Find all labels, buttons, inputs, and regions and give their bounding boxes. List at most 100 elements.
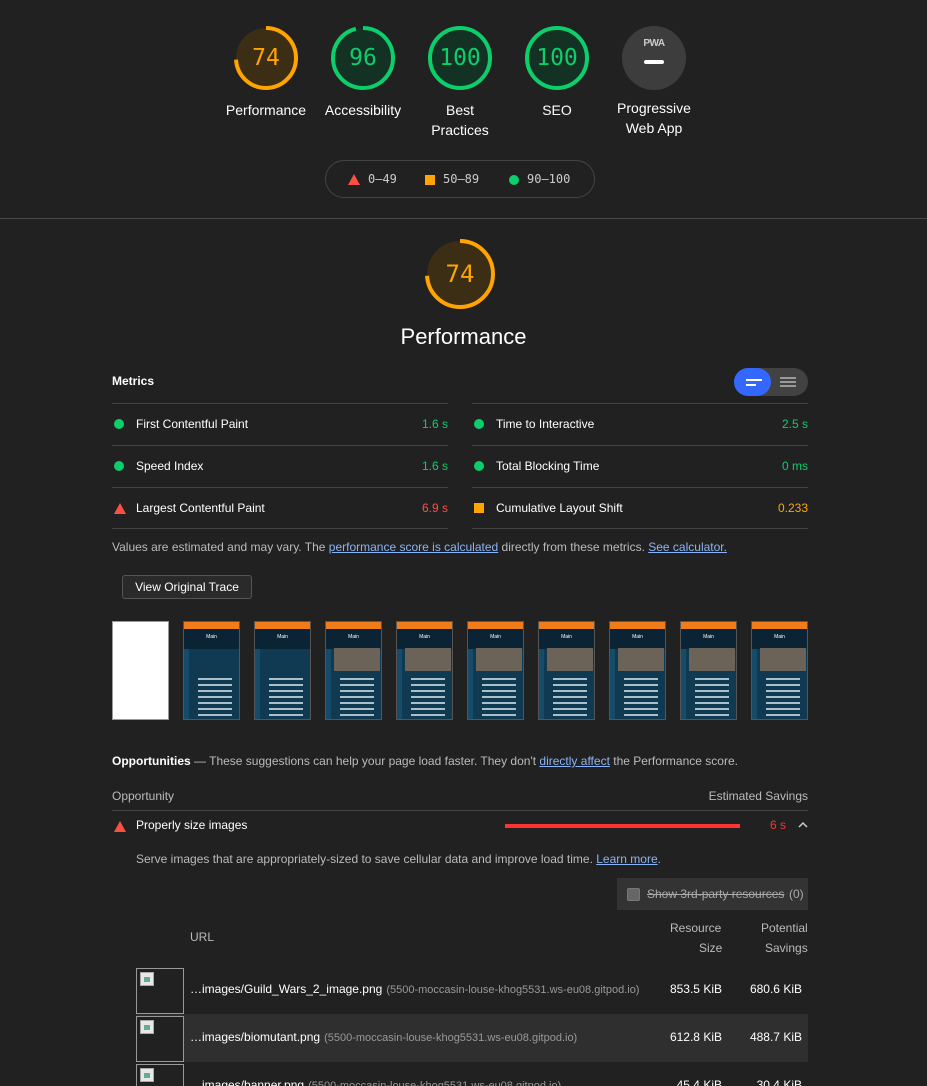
frame-text-line	[553, 708, 587, 710]
url-path[interactable]: …images/biomutant.png	[190, 1030, 320, 1044]
frame-text-line	[198, 702, 232, 704]
legend-fail-range: 0–49	[368, 172, 397, 186]
frame-topbar	[326, 622, 381, 629]
potential-savings: 680.6 KiB	[749, 982, 802, 996]
lines-icon-part	[746, 384, 756, 386]
legend-fail: 0–49	[348, 172, 397, 186]
frame-text-line	[695, 684, 729, 686]
frame-text-line	[766, 708, 800, 710]
frame-text-line	[269, 702, 303, 704]
frame-sidebar	[184, 649, 189, 719]
opportunity-label: Properly size images	[136, 818, 248, 832]
pwa-badge-icon: PWA	[622, 26, 686, 90]
metric-value: 1.6 s	[421, 459, 448, 473]
frame-text-line	[340, 690, 374, 692]
frame-text-line	[553, 678, 587, 680]
col-resource-size-2: Size	[699, 941, 723, 955]
frame-title: Main	[490, 634, 501, 640]
filmstrip-frame-blank	[112, 621, 169, 720]
table-row: …images/Guild_Wars_2_image.png (5500-mocc…	[136, 966, 808, 1014]
gauge-score: 100	[536, 45, 578, 71]
frame-title: Main	[774, 634, 785, 640]
url-path[interactable]: …images/banner.png	[190, 1078, 304, 1086]
metric-row: Total Blocking Time 0 ms	[472, 445, 808, 487]
metric-label: First Contentful Paint	[136, 417, 249, 431]
metric-row: First Contentful Paint 1.6 s	[112, 403, 448, 445]
opportunity-properly-size-images[interactable]: Properly size images 6 s	[112, 812, 808, 840]
frame-text-line	[269, 714, 303, 716]
frame-title: Main	[419, 634, 430, 640]
gauge-pwa[interactable]: PWA Progressive Web App	[604, 24, 704, 138]
metric-value: 1.6 s	[421, 417, 448, 431]
frame-text-line	[269, 708, 303, 710]
url-host: (5500-moccasin-louse-khog5531.ws-eu08.gi…	[308, 1080, 562, 1086]
opportunities-header: Opportunity Estimated Savings	[112, 789, 808, 811]
frame-text-line	[269, 678, 303, 680]
potential-savings: 488.7 KiB	[749, 1030, 802, 1044]
gauge-label: Best Practices	[431, 102, 489, 138]
broken-image-icon	[140, 972, 154, 986]
frame-text-line	[198, 696, 232, 698]
frame-topbar	[468, 622, 523, 629]
intro-text: — These suggestions can help your page l…	[190, 754, 540, 768]
frame-text-line	[553, 696, 587, 698]
frame-text-line	[766, 702, 800, 704]
chevron-up-icon[interactable]	[798, 821, 808, 829]
frame-text-line	[553, 690, 587, 692]
gauge-seo[interactable]: 100 SEO	[507, 24, 607, 120]
metrics-view-toggle[interactable]	[734, 368, 808, 396]
frame-text-line	[482, 690, 516, 692]
frame-text-line	[482, 684, 516, 686]
frame-title: Main	[561, 634, 572, 640]
filmstrip-frame: Main	[538, 621, 595, 720]
frame-text-line	[766, 714, 800, 716]
legend-average: 50–89	[425, 172, 479, 186]
frame-image	[476, 648, 522, 671]
resource-url[interactable]: …images/banner.png (5500-moccasin-louse-k…	[190, 1078, 561, 1086]
see-calculator-link[interactable]: See calculator.	[648, 540, 727, 554]
frame-text-line	[695, 702, 729, 704]
metric-row: Cumulative Layout Shift 0.233	[472, 487, 808, 529]
frame-text-line	[482, 714, 516, 716]
view-original-trace-button[interactable]: View Original Trace	[122, 575, 252, 599]
col-opportunity: Opportunity	[112, 789, 175, 803]
gauge-best-practices[interactable]: 100 Best Practices	[410, 24, 510, 140]
frame-text-line	[766, 696, 800, 698]
score-calculated-link[interactable]: performance score is calculated	[329, 540, 498, 554]
metric-value: 2.5 s	[781, 417, 808, 431]
legend-pass: 90–100	[509, 172, 570, 186]
category-gauges: 74 Performance 96 Accessibility 100 Best…	[0, 24, 927, 144]
url-path[interactable]: …images/Guild_Wars_2_image.png	[190, 982, 382, 996]
frame-text-line	[695, 690, 729, 692]
frame-text-line	[624, 702, 658, 704]
learn-more-link[interactable]: Learn more	[596, 852, 657, 866]
legend-pass-range: 90–100	[527, 172, 571, 186]
frame-text-line	[482, 696, 516, 698]
frame-text-line	[198, 714, 232, 716]
performance-title: Performance	[400, 324, 527, 349]
toggle-summary-view[interactable]	[734, 368, 771, 396]
resource-url[interactable]: …images/biomutant.png (5500-moccasin-lous…	[190, 1030, 577, 1044]
gauge-performance[interactable]: 74 Performance	[216, 24, 316, 120]
frame-sidebar	[468, 649, 473, 719]
metrics-title: Metrics	[112, 374, 155, 388]
resource-url[interactable]: …images/Guild_Wars_2_image.png (5500-mocc…	[190, 982, 639, 996]
frame-text-line	[411, 678, 445, 680]
frame-text-line	[482, 678, 516, 680]
third-party-checkbox[interactable]	[627, 888, 640, 901]
frame-title: Main	[206, 634, 217, 640]
filmstrip-frame: Main	[325, 621, 382, 720]
gauge-accessibility[interactable]: 96 Accessibility	[313, 24, 413, 120]
third-party-filter[interactable]: Show 3rd-party resources (0)	[617, 878, 808, 910]
frame-text-line	[198, 678, 232, 680]
savings-bar	[505, 824, 740, 828]
resource-size: 45.4 KiB	[676, 1078, 722, 1086]
frame-title: Main	[348, 634, 359, 640]
frame-text-line	[198, 684, 232, 686]
resource-size: 853.5 KiB	[669, 982, 722, 996]
metrics-note: Values are estimated and may vary. The p…	[112, 540, 727, 554]
section-divider	[0, 218, 927, 219]
directly-affect-link[interactable]: directly affect	[539, 754, 609, 768]
score-legend: 0–49 50–89 90–100	[325, 160, 595, 198]
frame-text-line	[340, 684, 374, 686]
